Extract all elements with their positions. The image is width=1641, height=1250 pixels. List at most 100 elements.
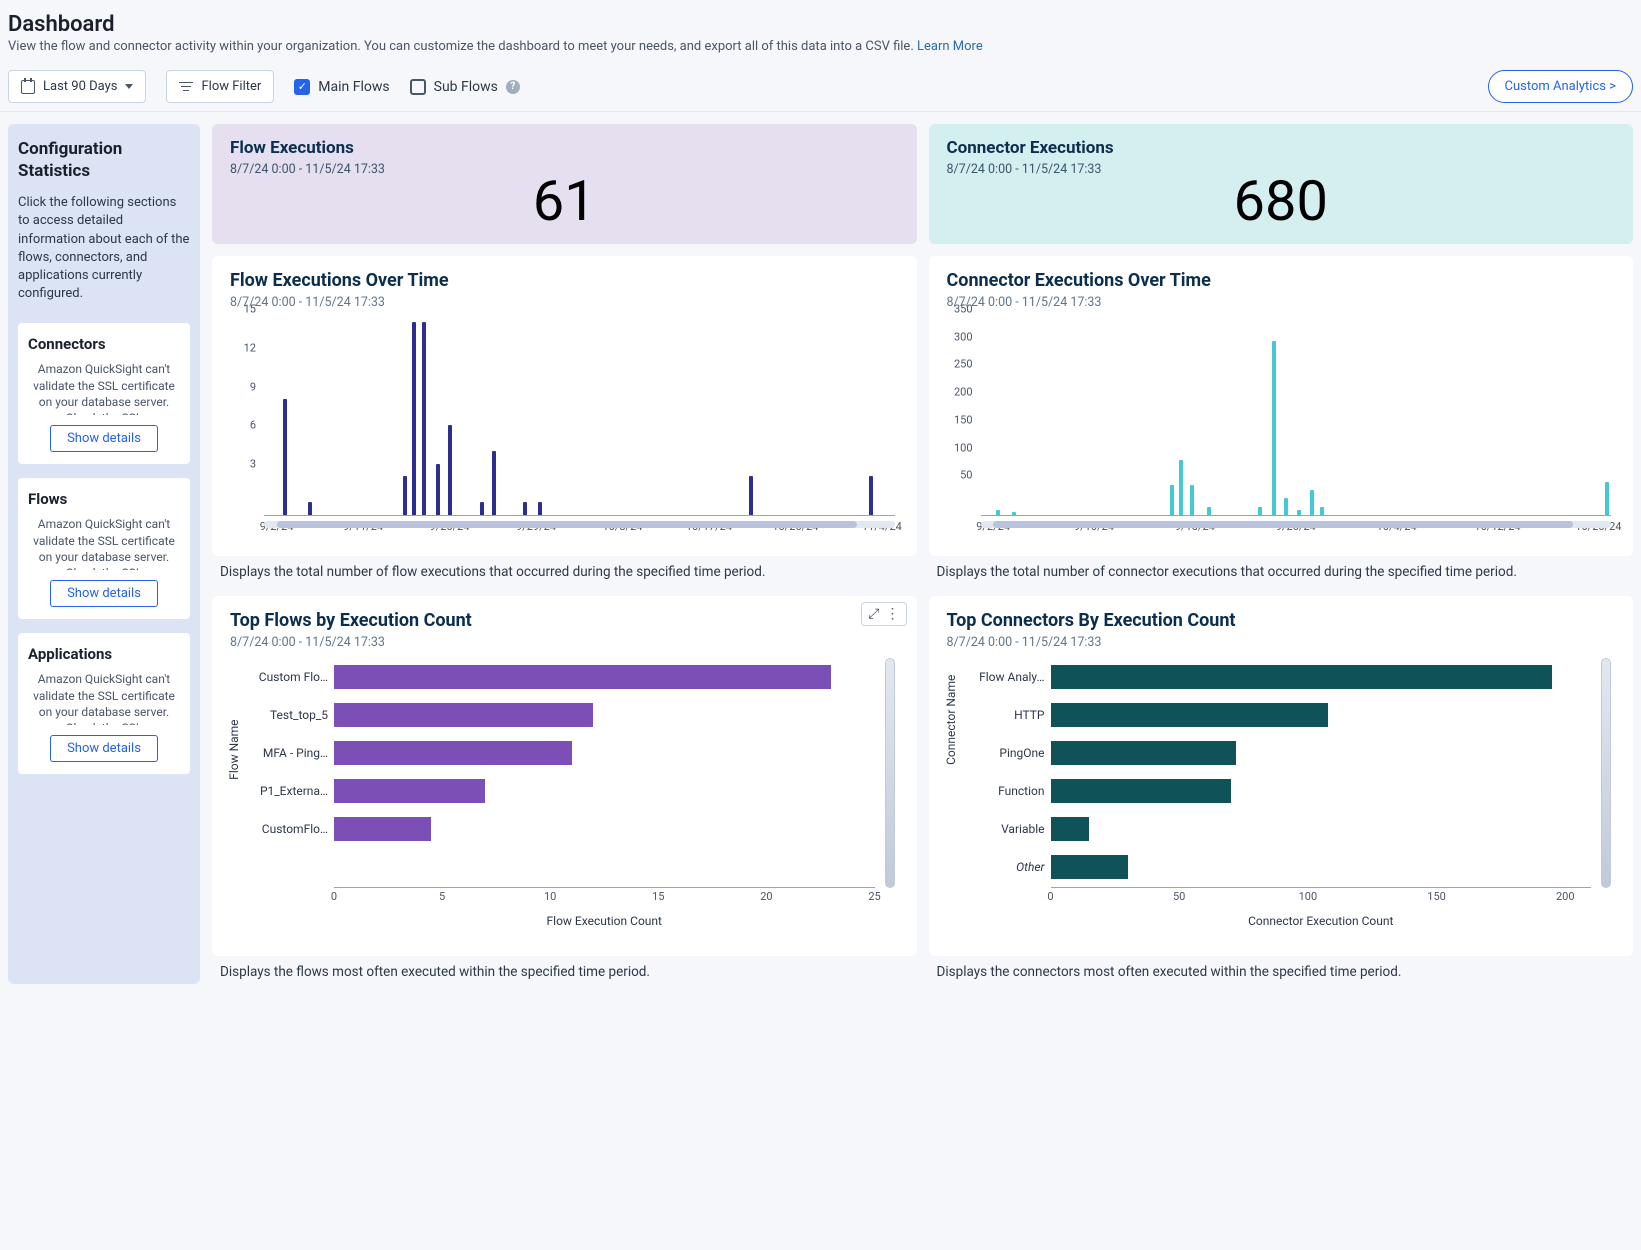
checkbox-checked-icon: ✓ <box>294 79 310 95</box>
chart-scrollbar[interactable] <box>981 521 1612 528</box>
bar-row[interactable]: Other <box>1051 848 1592 886</box>
bar[interactable] <box>422 322 426 515</box>
bar[interactable] <box>283 399 287 515</box>
date-range-dropdown[interactable]: Last 90 Days <box>8 70 146 103</box>
chart-scrollbar[interactable] <box>1601 658 1611 888</box>
show-details-button[interactable]: Show details <box>50 425 158 452</box>
learn-more-link[interactable]: Learn More <box>917 39 983 54</box>
y-tick: 100 <box>954 441 973 454</box>
bar[interactable] <box>1051 665 1553 689</box>
main-flows-checkbox[interactable]: ✓ Main Flows <box>294 79 389 95</box>
y-axis-label: Connector Name <box>944 675 958 765</box>
bar[interactable] <box>1179 460 1183 515</box>
sidebar: Configuration Statistics Click the follo… <box>8 124 200 984</box>
bar[interactable] <box>523 502 527 515</box>
top-flows-chart[interactable]: ⤢ ⋮ Top Flows by Execution Count 8/7/24 … <box>212 596 917 956</box>
bar[interactable] <box>1051 741 1236 765</box>
bar[interactable] <box>334 817 431 841</box>
bar-row[interactable]: P1_Externa… <box>334 772 875 810</box>
bar[interactable] <box>1284 498 1288 515</box>
bar[interactable] <box>308 502 312 515</box>
bar-label: CustomFlo… <box>242 822 328 836</box>
bar-row[interactable]: Function <box>1051 772 1592 810</box>
chart-desc: Displays the flows most often executed w… <box>212 956 917 984</box>
chart-scrollbar[interactable] <box>885 658 895 888</box>
bar[interactable] <box>412 322 416 515</box>
x-tick: 0 <box>331 890 337 903</box>
bar[interactable] <box>749 476 753 515</box>
help-icon[interactable]: ? <box>506 80 520 94</box>
bar-row[interactable]: Flow Analy… <box>1051 658 1592 696</box>
kpi-title: Connector Executions <box>947 138 1616 158</box>
x-tick: 20 <box>760 890 772 903</box>
custom-analytics-button[interactable]: Custom Analytics > <box>1488 70 1634 103</box>
x-tick: 150 <box>1427 890 1446 903</box>
more-icon[interactable]: ⋮ <box>886 606 900 622</box>
connector-over-time-chart[interactable]: Connector Executions Over Time 8/7/24 0:… <box>929 256 1634 556</box>
flow-over-time-chart[interactable]: Flow Executions Over Time 8/7/24 0:00 - … <box>212 256 917 556</box>
sidebar-card[interactable]: Applications Amazon QuickSight can't val… <box>18 633 190 774</box>
bar[interactable] <box>869 476 873 515</box>
bar-row[interactable]: Custom Flo… <box>334 658 875 696</box>
chart-desc: Displays the total number of flow execut… <box>212 556 917 584</box>
bar[interactable] <box>1170 485 1174 515</box>
x-tick: 10 <box>544 890 556 903</box>
chart-actions: ⤢ ⋮ <box>861 602 906 626</box>
bar[interactable] <box>436 464 440 515</box>
sub-flows-checkbox[interactable]: Sub Flows ? <box>410 79 520 95</box>
bar-row[interactable]: MFA - Ping… <box>334 734 875 772</box>
bar[interactable] <box>1272 341 1276 515</box>
page-subtitle: View the flow and connector activity wit… <box>8 39 1633 54</box>
bar[interactable] <box>1320 507 1324 515</box>
bar-label: Test_top_5 <box>242 708 328 722</box>
chart-desc: Displays the total number of connector e… <box>929 556 1634 584</box>
bar[interactable] <box>334 779 485 803</box>
stat-card-title: Applications <box>28 645 180 663</box>
y-tick: 250 <box>954 358 973 371</box>
sidebar-card[interactable]: Flows Amazon QuickSight can't validate t… <box>18 478 190 619</box>
bar[interactable] <box>1051 817 1090 841</box>
bar[interactable] <box>1012 512 1016 515</box>
bar[interactable] <box>1051 703 1329 727</box>
bar[interactable] <box>1605 482 1609 515</box>
filter-icon <box>179 82 193 92</box>
bar[interactable] <box>334 703 593 727</box>
bar[interactable] <box>1051 779 1231 803</box>
stat-card-msg: Amazon QuickSight can't validate the SSL… <box>28 361 180 415</box>
bar[interactable] <box>1051 855 1128 879</box>
bar[interactable] <box>1310 490 1314 515</box>
bar[interactable] <box>538 502 542 515</box>
bar-row[interactable]: Test_top_5 <box>334 696 875 734</box>
bar[interactable] <box>1207 507 1211 515</box>
bar[interactable] <box>480 502 484 515</box>
bar[interactable] <box>403 476 407 515</box>
x-tick: 25 <box>868 890 880 903</box>
show-details-button[interactable]: Show details <box>50 580 158 607</box>
bar[interactable] <box>448 425 452 515</box>
bar[interactable] <box>492 451 496 515</box>
bar[interactable] <box>996 510 1000 516</box>
sidebar-intro: Click the following sections to access d… <box>18 194 190 303</box>
chart-range: 8/7/24 0:00 - 11/5/24 17:33 <box>230 635 899 650</box>
top-connectors-chart[interactable]: Top Connectors By Execution Count 8/7/24… <box>929 596 1634 956</box>
bar-row[interactable]: PingOne <box>1051 734 1592 772</box>
chart-range: 8/7/24 0:00 - 11/5/24 17:33 <box>947 295 1616 310</box>
chart-scrollbar[interactable] <box>264 521 895 528</box>
flow-executions-kpi[interactable]: Flow Executions 8/7/24 0:00 - 11/5/24 17… <box>212 124 917 244</box>
flow-filter-button[interactable]: Flow Filter <box>166 70 274 103</box>
bar[interactable] <box>334 741 572 765</box>
expand-icon[interactable]: ⤢ <box>868 606 879 622</box>
bar-row[interactable]: CustomFlo… <box>334 810 875 848</box>
bar-row[interactable]: HTTP <box>1051 696 1592 734</box>
sidebar-card[interactable]: Connectors Amazon QuickSight can't valid… <box>18 323 190 464</box>
bar[interactable] <box>1258 507 1262 515</box>
bar-row[interactable]: Variable <box>1051 810 1592 848</box>
bar[interactable] <box>334 665 831 689</box>
bar[interactable] <box>1190 485 1194 515</box>
stat-card-title: Flows <box>28 490 180 508</box>
show-details-button[interactable]: Show details <box>50 735 158 762</box>
bar-label: Function <box>959 784 1045 798</box>
bar[interactable] <box>1297 510 1301 516</box>
kpi-value: 680 <box>929 168 1634 234</box>
connector-executions-kpi[interactable]: Connector Executions 8/7/24 0:00 - 11/5/… <box>929 124 1634 244</box>
